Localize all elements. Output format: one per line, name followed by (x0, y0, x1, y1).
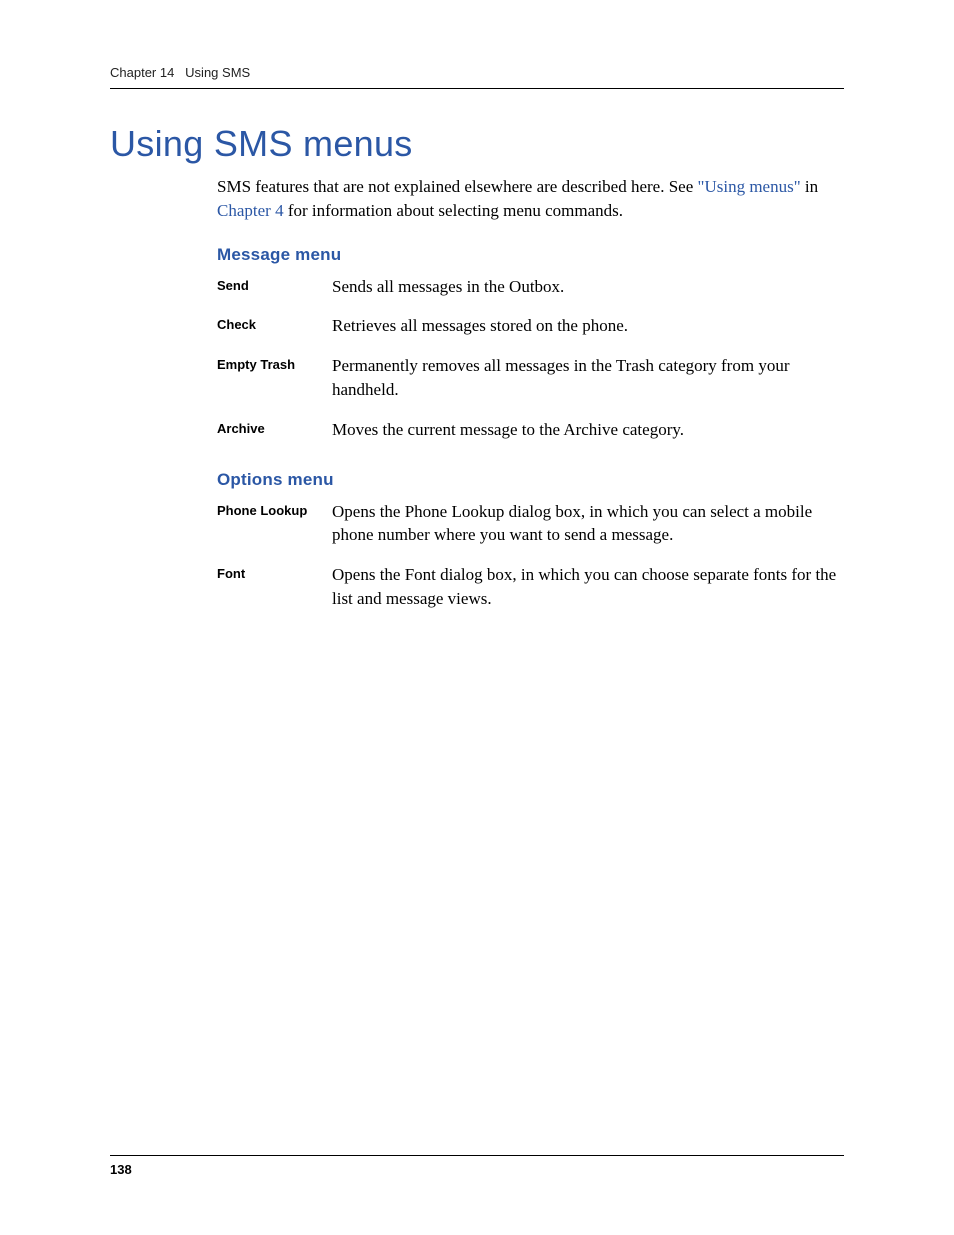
intro-paragraph: SMS features that are not explained else… (217, 175, 844, 223)
content: SMS features that are not explained else… (217, 175, 844, 611)
page: Chapter 14 Using SMS Using SMS menus SMS… (0, 0, 954, 1235)
desc-check: Retrieves all messages stored on the pho… (332, 314, 628, 338)
term-font: Font (217, 563, 332, 611)
chapter-label: Chapter 14 (110, 65, 174, 80)
page-title: Using SMS menus (110, 123, 844, 165)
desc-font: Opens the Font dialog box, in which you … (332, 563, 844, 611)
options-menu-heading: Options menu (217, 470, 844, 490)
message-menu-item: Archive Moves the current message to the… (217, 418, 844, 442)
term-archive: Archive (217, 418, 332, 442)
intro-text-mid: in (801, 177, 818, 196)
desc-send: Sends all messages in the Outbox. (332, 275, 564, 299)
desc-archive: Moves the current message to the Archive… (332, 418, 684, 442)
message-menu-item: Empty Trash Permanently removes all mess… (217, 354, 844, 402)
intro-text-suffix: for information about selecting menu com… (284, 201, 623, 220)
term-empty-trash: Empty Trash (217, 354, 332, 402)
message-menu-item: Send Sends all messages in the Outbox. (217, 275, 844, 299)
term-check: Check (217, 314, 332, 338)
options-menu-item: Font Opens the Font dialog box, in which… (217, 563, 844, 611)
intro-text-prefix: SMS features that are not explained else… (217, 177, 698, 196)
link-using-menus[interactable]: "Using menus" (698, 177, 801, 196)
link-chapter-4[interactable]: Chapter 4 (217, 201, 284, 220)
message-menu-item: Check Retrieves all messages stored on t… (217, 314, 844, 338)
message-menu-heading: Message menu (217, 245, 844, 265)
term-phone-lookup: Phone Lookup (217, 500, 332, 548)
term-send: Send (217, 275, 332, 299)
desc-empty-trash: Permanently removes all messages in the … (332, 354, 844, 402)
chapter-title: Using SMS (185, 65, 250, 80)
page-number: 138 (110, 1155, 844, 1177)
options-menu-item: Phone Lookup Opens the Phone Lookup dial… (217, 500, 844, 548)
running-header: Chapter 14 Using SMS (110, 65, 844, 89)
desc-phone-lookup: Opens the Phone Lookup dialog box, in wh… (332, 500, 844, 548)
